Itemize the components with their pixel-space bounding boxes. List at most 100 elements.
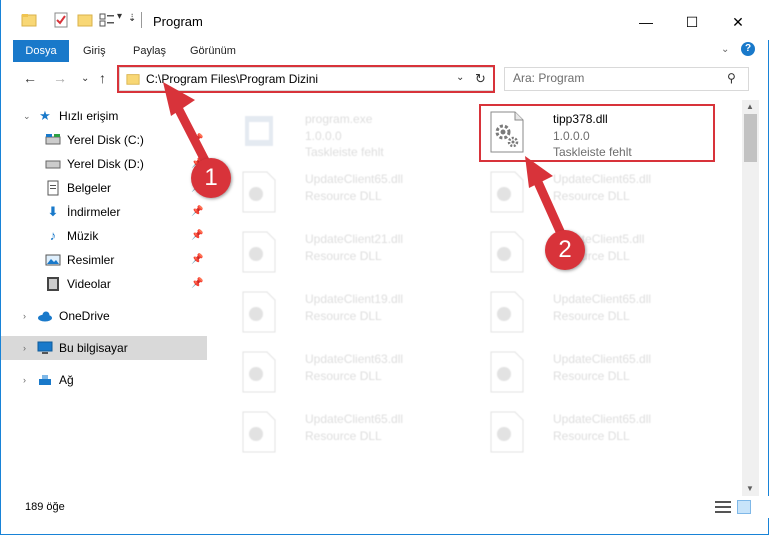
sidebar-item-onedrive[interactable]: › OneDrive [1, 304, 207, 328]
computer-icon [37, 341, 53, 354]
help-button[interactable]: ? [741, 42, 755, 56]
sidebar-item-label: Bu bilgisayar [59, 341, 128, 355]
dll-gear-file-icon [242, 411, 276, 453]
explorer-window: ▾ ⇣ Program — ☐ ✕ Dosya Giriş Paylaş Gör… [0, 0, 769, 535]
file-item[interactable]: UpdateClient21.dll Resource DLL [233, 224, 473, 280]
sidebar-item-quick-access[interactable]: ⌄ ★ Hızlı erişim [1, 104, 207, 128]
back-button[interactable]: ← [23, 70, 37, 86]
scroll-down-icon[interactable]: ▼ [746, 484, 754, 493]
view-options-icon[interactable] [99, 12, 115, 28]
navigation-pane: ⌄ ★ Hızlı erişim Yerel Disk (C:) 📌 Yerel… [1, 100, 207, 490]
close-button[interactable]: ✕ [715, 8, 761, 36]
sidebar-item-music[interactable]: ♪ Müzik 📌 [1, 224, 207, 248]
item-count: 189 öğe [25, 501, 65, 513]
large-icons-view-icon[interactable] [737, 500, 751, 514]
file-description: Resource DLL [305, 189, 382, 203]
sidebar-item-this-pc[interactable]: › Bu bilgisayar [1, 336, 207, 360]
file-name: UpdateClient65.dll [553, 172, 652, 186]
properties-check-icon[interactable] [53, 12, 69, 28]
file-item[interactable]: UpdateClient65.dll Resource DLL [481, 344, 721, 400]
network-icon [39, 375, 51, 385]
file-description: Resource DLL [553, 369, 630, 383]
dll-gear-file-icon [490, 171, 524, 213]
file-name: UpdateClient65.dll [553, 412, 652, 426]
refresh-button[interactable]: ↻ [475, 71, 486, 87]
file-item[interactable]: UpdateClient19.dll Resource DLL [233, 284, 473, 340]
vertical-scrollbar[interactable]: ▲ ▼ [742, 100, 759, 496]
sidebar-item-videos[interactable]: Videolar 📌 [1, 272, 207, 296]
address-bar[interactable]: C:\Program Files\Program Dizini ⌄ ↻ [119, 67, 495, 91]
sidebar-item-label: Belgeler [67, 181, 112, 195]
pin-icon[interactable]: 📌 [191, 224, 203, 248]
recent-locations-button[interactable]: ⌄ [81, 73, 89, 84]
file-description: Resource DLL [305, 309, 382, 323]
dll-gear-file-icon [490, 231, 524, 273]
search-input[interactable] [513, 71, 723, 85]
scroll-up-icon[interactable]: ▲ [746, 102, 754, 111]
maximize-button[interactable]: ☐ [669, 8, 715, 36]
new-folder-icon[interactable] [77, 12, 93, 28]
pin-icon[interactable]: 📌 [191, 272, 203, 296]
sidebar-item-network[interactable]: › Ağ [1, 368, 207, 392]
file-item[interactable]: UpdateClient65.dll Resource DLL [233, 164, 473, 220]
folder-icon [126, 74, 140, 85]
file-name: UpdateClient63.dll [305, 352, 404, 366]
file-description: Taskleiste fehlt [553, 145, 632, 159]
ribbon-expand-icon[interactable]: ⌄ [721, 44, 729, 55]
file-item[interactable]: UpdateClient65.dll Resource DLL [481, 404, 721, 460]
file-name: program.exe [305, 112, 373, 126]
file-item-program-exe[interactable]: program.exe 1.0.0.0 Taskleiste fehlt [233, 104, 473, 160]
file-item[interactable]: UpdateClient65.dll Resource DLL [481, 284, 721, 340]
sidebar-item-label: Videolar [67, 277, 111, 291]
sidebar-item-disk-d[interactable]: Yerel Disk (D:) 📌 [1, 152, 207, 176]
search-box[interactable]: ⚲ [504, 67, 749, 91]
forward-button[interactable]: → [53, 70, 67, 86]
pin-icon[interactable]: 📌 [191, 200, 203, 224]
sidebar-item-documents[interactable]: Belgeler 📌 [1, 176, 207, 200]
file-name: tipp378.dll [553, 112, 608, 126]
up-button[interactable]: ↑ [99, 70, 106, 86]
file-name: UpdateClient65.dll [305, 412, 404, 426]
chevron-down-icon[interactable]: ▾ [117, 11, 122, 22]
minimize-button[interactable]: — [623, 8, 669, 36]
tab-dosya[interactable]: Dosya [13, 40, 69, 62]
drive-icon [45, 134, 61, 145]
file-item[interactable]: UpdateClient65.dll Resource DLL [481, 164, 721, 220]
pin-icon[interactable]: 📌 [191, 128, 203, 152]
address-path[interactable]: C:\Program Files\Program Dizini [146, 72, 318, 86]
file-item[interactable]: UpdateClient5.dll Resource DLL [481, 224, 721, 280]
callout-badge-2: 2 [545, 230, 585, 270]
file-item[interactable]: UpdateClient63.dll Resource DLL [233, 344, 473, 400]
dll-gear-file-icon [490, 351, 524, 393]
dll-gear-file-icon [490, 411, 524, 453]
file-description: Resource DLL [553, 189, 630, 203]
dll-gear-file-icon [490, 111, 524, 153]
scroll-thumb[interactable] [744, 114, 757, 162]
dll-gear-file-icon [490, 291, 524, 333]
expand-icon[interactable]: › [23, 368, 26, 392]
file-description: Taskleiste fehlt [305, 145, 384, 159]
file-description: Resource DLL [553, 429, 630, 443]
pin-icon[interactable]: 📌 [191, 248, 203, 272]
expand-icon[interactable]: › [23, 304, 26, 328]
pictures-icon [45, 254, 61, 266]
title-bar: ▾ ⇣ Program — ☐ ✕ [1, 0, 769, 40]
tab-paylas[interactable]: Paylaş [129, 40, 170, 62]
documents-icon [47, 180, 59, 196]
sidebar-item-downloads[interactable]: ⬇ İndirmeler 📌 [1, 200, 207, 224]
customize-toolbar-icon[interactable]: ⇣ [128, 13, 136, 24]
sidebar-item-pictures[interactable]: Resimler 📌 [1, 248, 207, 272]
expand-icon[interactable]: ⌄ [23, 104, 31, 128]
file-item[interactable]: UpdateClient65.dll Resource DLL [233, 404, 473, 460]
details-view-icon[interactable] [715, 500, 731, 514]
title-separator [141, 12, 142, 28]
tab-gorunum[interactable]: Görünüm [186, 40, 240, 62]
sidebar-item-disk-c[interactable]: Yerel Disk (C:) 📌 [1, 128, 207, 152]
address-dropdown-icon[interactable]: ⌄ [456, 72, 464, 83]
star-icon: ★ [39, 108, 51, 123]
search-icon[interactable]: ⚲ [727, 71, 736, 85]
file-item-tipp378-dll[interactable]: tipp378.dll 1.0.0.0 Taskleiste fehlt [481, 104, 721, 160]
tab-giris[interactable]: Giriş [79, 40, 110, 62]
expand-icon[interactable]: › [23, 336, 26, 360]
folder-icon [21, 14, 37, 27]
